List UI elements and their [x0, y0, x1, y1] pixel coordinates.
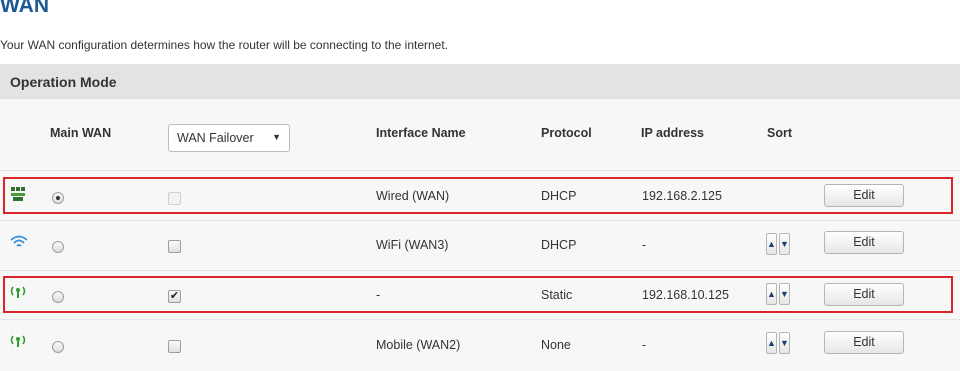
protocol: Static: [541, 288, 573, 302]
table-row-mobile-wan2: Mobile (WAN2) None - ▲ ▼ Edit: [0, 320, 960, 368]
main-wan-radio[interactable]: [52, 192, 64, 204]
protocol: None: [541, 338, 571, 352]
failover-checkbox[interactable]: [168, 240, 181, 253]
header-protocol: Protocol: [541, 126, 592, 140]
interface-name: Wired (WAN): [376, 189, 450, 203]
sort-up-button[interactable]: ▲: [766, 283, 777, 305]
section-header-operation-mode: Operation Mode: [0, 64, 960, 99]
sort-controls: ▲ ▼: [766, 233, 790, 255]
ip-address: 192.168.10.125: [642, 288, 729, 302]
operation-mode-select[interactable]: WAN Failover ▼: [168, 124, 290, 152]
sort-up-button[interactable]: ▲: [766, 332, 777, 354]
sort-down-button[interactable]: ▼: [779, 332, 790, 354]
page-title: WAN: [0, 0, 49, 17]
wifi-icon: [10, 235, 28, 247]
sort-down-button[interactable]: ▼: [779, 233, 790, 255]
interface-name: Mobile (WAN2): [376, 338, 461, 352]
ethernet-icon: [11, 187, 25, 201]
operation-mode-select-value: WAN Failover: [177, 131, 254, 145]
page-description: Your WAN configuration determines how th…: [0, 38, 449, 52]
failover-checkbox-checked[interactable]: ✔: [168, 290, 181, 303]
main-wan-radio[interactable]: [52, 341, 64, 353]
section-title: Operation Mode: [10, 74, 117, 90]
interface-name: WiFi (WAN3): [376, 238, 449, 252]
protocol: DHCP: [541, 189, 577, 203]
row-divider: [0, 170, 960, 171]
table-row-static: ✔ - Static 192.168.10.125 ▲ ▼ Edit: [0, 271, 960, 319]
chevron-down-icon: ▼: [272, 132, 281, 142]
edit-button[interactable]: Edit: [824, 231, 904, 254]
protocol: DHCP: [541, 238, 577, 252]
ip-address: 192.168.2.125: [642, 189, 722, 203]
edit-button[interactable]: Edit: [824, 331, 904, 354]
ip-address: -: [642, 338, 647, 352]
header-ip-address: IP address: [641, 126, 705, 140]
main-wan-radio[interactable]: [52, 291, 64, 303]
sort-up-button[interactable]: ▲: [766, 233, 777, 255]
header-sort: Sort: [767, 126, 792, 140]
mobile-antenna-icon: [10, 286, 26, 298]
interface-name: -: [376, 288, 381, 302]
table-row-wifi-wan3: WiFi (WAN3) DHCP - ▲ ▼ Edit: [0, 221, 960, 269]
ip-address: -: [642, 238, 647, 252]
main-wan-radio[interactable]: [52, 241, 64, 253]
edit-button[interactable]: Edit: [824, 283, 904, 306]
sort-controls: ▲ ▼: [766, 283, 790, 305]
header-interface-name: Interface Name: [376, 126, 466, 140]
failover-checkbox[interactable]: [168, 340, 181, 353]
table-row-wired-wan: Wired (WAN) DHCP 192.168.2.125 Edit: [0, 172, 960, 220]
header-main-wan: Main WAN: [50, 126, 112, 140]
edit-button[interactable]: Edit: [824, 184, 904, 207]
failover-checkbox: [168, 192, 181, 205]
sort-controls: ▲ ▼: [766, 332, 790, 354]
sort-down-button[interactable]: ▼: [779, 283, 790, 305]
mobile-antenna-icon: [10, 335, 26, 347]
